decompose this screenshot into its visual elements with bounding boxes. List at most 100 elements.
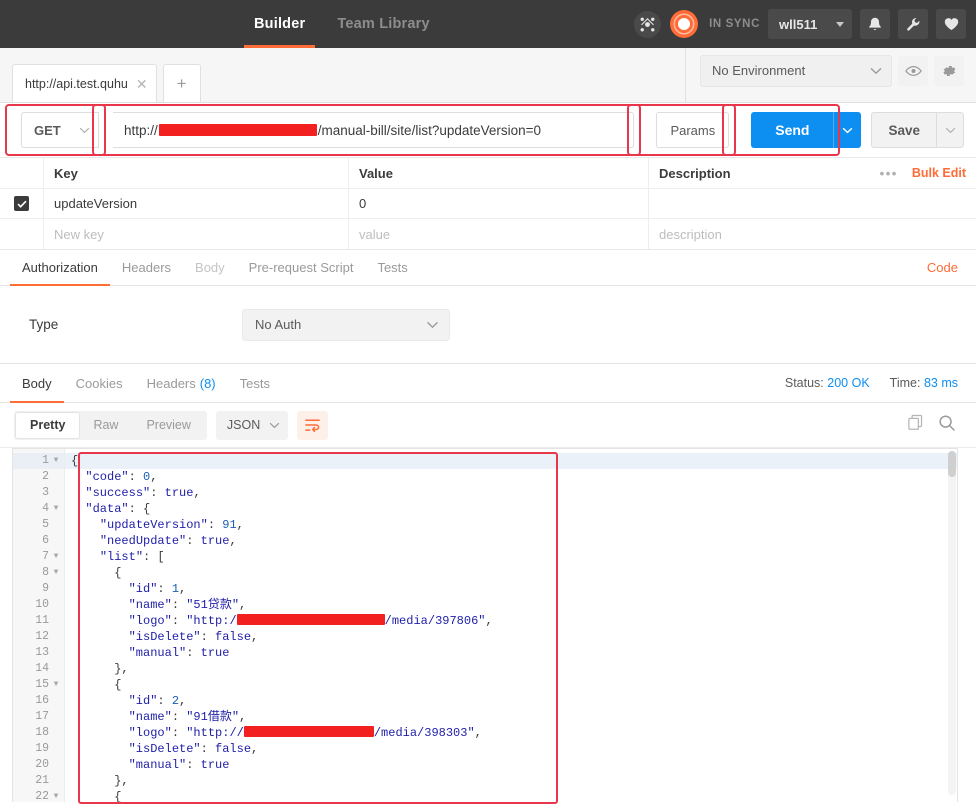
- code-token: ,: [485, 614, 493, 628]
- line-number: 17: [35, 710, 49, 723]
- settings-wrench-icon[interactable]: [898, 9, 928, 39]
- code-token: true: [164, 486, 194, 500]
- line-number: 3: [42, 486, 49, 499]
- view-mode-raw-label: Raw: [93, 418, 119, 432]
- interceptor-icon[interactable]: [634, 10, 662, 38]
- param-key-input[interactable]: updateVersion: [44, 189, 349, 218]
- code-token: 2: [171, 694, 180, 708]
- fold-toggle-icon[interactable]: ▼: [52, 453, 60, 469]
- response-tab-headers[interactable]: Headers (8): [135, 364, 228, 402]
- param-enabled-checkbox[interactable]: [14, 196, 29, 211]
- new-param-key-input[interactable]: New key: [44, 219, 349, 249]
- notifications-bell-icon[interactable]: [860, 9, 890, 39]
- code-token: {: [114, 566, 122, 580]
- code-token: "isDelete": [128, 630, 201, 644]
- code-line: "id": 2,: [65, 693, 957, 709]
- close-icon[interactable]: ✕: [136, 77, 148, 91]
- response-tab-cookies[interactable]: Cookies: [64, 364, 135, 402]
- chevron-down-icon: [269, 422, 280, 428]
- code-line: "list": [: [65, 549, 957, 565]
- chevron-down-icon: [945, 127, 955, 133]
- url-suffix: /manual-bill/site/list?updateVersion=0: [317, 122, 542, 138]
- save-options-button[interactable]: [936, 112, 964, 148]
- auth-type-value: No Auth: [255, 317, 302, 332]
- environment-quick-look-eye-icon[interactable]: [898, 55, 928, 86]
- line-number: 4 ▼: [42, 501, 60, 517]
- code-line: "success": true,: [65, 485, 957, 501]
- url-input[interactable]: http:// /manual-bill/site/list?updateVers…: [113, 112, 635, 148]
- code-line: "id": 1,: [65, 581, 957, 597]
- new-param-value-input[interactable]: value: [349, 219, 649, 249]
- response-tab-body[interactable]: Body: [10, 364, 64, 403]
- tab-tests[interactable]: Tests: [365, 250, 419, 285]
- tab-builder[interactable]: Builder: [238, 0, 321, 48]
- response-meta: Status: 200 OK Time: 83 ms: [785, 364, 976, 402]
- params-toggle-button[interactable]: Params: [656, 112, 730, 148]
- send-button[interactable]: Send: [751, 112, 834, 148]
- response-json-code[interactable]: { "code": 0, "success": true, "data": { …: [65, 449, 957, 802]
- request-tab-label: http://api.test.quhu: [25, 76, 128, 91]
- line-number: 13: [35, 646, 49, 659]
- response-tab-tests[interactable]: Tests: [228, 364, 282, 402]
- bulk-edit-link[interactable]: Bulk Edit: [912, 166, 966, 180]
- line-number: 6: [42, 534, 49, 547]
- param-value-input[interactable]: 0: [349, 189, 649, 218]
- favorites-heart-icon[interactable]: [936, 9, 966, 39]
- fold-toggle-icon[interactable]: ▼: [52, 677, 60, 693]
- fold-toggle-icon[interactable]: ▼: [52, 565, 60, 581]
- line-number: 10: [35, 598, 49, 611]
- view-mode-raw[interactable]: Raw: [79, 413, 132, 438]
- tab-pre-request-script[interactable]: Pre-request Script: [237, 250, 366, 285]
- tab-headers[interactable]: Headers: [110, 250, 183, 285]
- chevron-down-icon: [427, 321, 438, 328]
- save-button[interactable]: Save: [871, 112, 936, 148]
- environment-select[interactable]: No Environment: [700, 54, 892, 87]
- code-link[interactable]: Code: [909, 250, 976, 285]
- code-vertical-scrollbar[interactable]: [948, 451, 956, 795]
- code-token: ,: [179, 694, 187, 708]
- param-description-input[interactable]: [649, 189, 976, 218]
- view-mode-pretty[interactable]: Pretty: [16, 412, 80, 438]
- column-header-description: Description ••• Bulk Edit: [649, 158, 976, 188]
- code-token: :: [186, 534, 201, 548]
- params-button-label: Params: [670, 122, 716, 138]
- user-menu[interactable]: wll511: [768, 9, 852, 39]
- wrap-lines-icon[interactable]: [296, 410, 328, 440]
- tab-body[interactable]: Body: [183, 250, 237, 285]
- fold-toggle-icon[interactable]: ▼: [52, 501, 60, 517]
- code-editor[interactable]: 1 ▼ 2 3 4 ▼ 5 6 7 ▼ 8 ▼ 9 10 11 12 13 14 15 ▼ 16 17 18 19 20 21 22…: [12, 448, 958, 802]
- request-url-row: GET http:// /manual-bill/site/list?update…: [0, 103, 976, 158]
- code-token: "manual": [128, 758, 187, 772]
- code-token: :: [157, 582, 172, 596]
- send-options-button[interactable]: [833, 112, 862, 148]
- line-number-gutter: 1 ▼ 2 3 4 ▼ 5 6 7 ▼ 8 ▼ 9 10 11 12 13 14 15 ▼ 16 17 18 19 20 21 22…: [13, 449, 65, 802]
- sync-indicator-icon[interactable]: [670, 10, 699, 38]
- search-icon[interactable]: [938, 414, 956, 437]
- view-mode-preview[interactable]: Preview: [132, 413, 204, 438]
- fold-toggle-icon[interactable]: ▼: [52, 789, 60, 802]
- code-token: "manual": [128, 646, 187, 660]
- copy-icon[interactable]: [907, 414, 924, 436]
- code-token: :: [157, 694, 172, 708]
- authorization-pane: Type No Auth: [0, 286, 976, 364]
- line-number: 12: [35, 630, 49, 643]
- fold-toggle-icon[interactable]: ▼: [52, 549, 60, 565]
- request-tab-active[interactable]: http://api.test.quhu ✕: [12, 64, 157, 102]
- new-param-description-input[interactable]: description: [649, 219, 976, 249]
- response-format-select[interactable]: JSON: [215, 410, 288, 440]
- environment-settings-gear-icon[interactable]: [934, 55, 964, 86]
- new-tab-button[interactable]: +: [162, 64, 201, 102]
- more-options-icon[interactable]: •••: [880, 166, 898, 181]
- line-number: 1 ▼: [13, 453, 64, 469]
- auth-type-select[interactable]: No Auth: [242, 308, 450, 341]
- code-token: "name": [128, 598, 172, 612]
- tab-authorization[interactable]: Authorization: [10, 250, 110, 286]
- code-token: :: [171, 598, 187, 612]
- code-token: false: [215, 742, 252, 756]
- code-token: "list": [99, 550, 144, 564]
- code-scrollbar-thumb[interactable]: [948, 451, 956, 477]
- code-token: :: [200, 630, 216, 644]
- http-method-select[interactable]: GET: [21, 112, 99, 148]
- code-token: :: [171, 710, 187, 724]
- tab-team-library[interactable]: Team Library: [321, 0, 445, 48]
